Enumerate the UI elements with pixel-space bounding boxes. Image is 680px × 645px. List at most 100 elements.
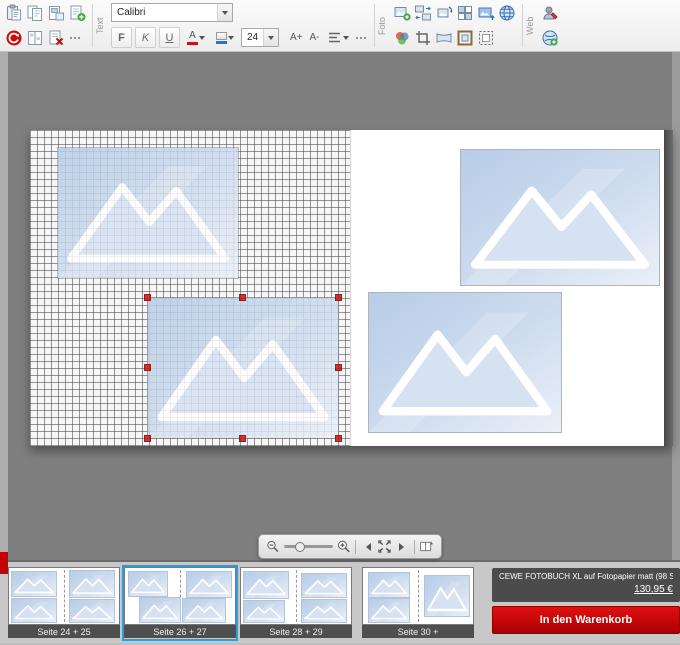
thumbnail-preview [240,567,352,625]
zoom-slider[interactable] [284,545,333,548]
canvas-area [0,52,680,560]
thumbnail-seite-26-27[interactable]: Seite 26 + 27 [124,567,236,639]
font-family-select[interactable]: Calibri [111,3,233,22]
bottom-bar: Seite 24 + 25 Seite 26 + 27 [0,560,680,643]
vertical-scrollbar[interactable] [672,52,680,560]
thumbnail-label: Seite 28 + 29 [240,625,352,638]
font-size-select[interactable]: 24 [241,28,279,47]
text-section-label: Text [94,0,106,51]
next-spread-icon [399,543,408,551]
price-link[interactable]: 130,95 € [499,584,673,595]
fill-color-button[interactable] [212,27,238,49]
color-adjust-icon[interactable] [393,29,411,47]
thumbnail-seite-30[interactable]: Seite 30 + [362,567,474,639]
mountain-placeholder-icon [461,150,659,285]
web-group [536,0,564,51]
insert-page-icon[interactable] [68,4,86,22]
frame-icon[interactable] [456,29,474,47]
swap-photos-icon[interactable] [414,4,432,22]
zoom-toolbar [258,534,442,559]
thumbnail-seite-28-29[interactable]: Seite 28 + 29 [240,567,352,639]
resize-handle[interactable] [239,294,246,301]
add-photo-icon[interactable] [393,4,411,22]
photo-placeholder[interactable] [461,150,659,285]
thumbnail-seite-24-25[interactable]: Seite 24 + 25 [8,567,120,639]
photo-placeholder[interactable] [58,148,238,278]
page-layout-icon[interactable] [26,29,44,47]
web-section-label: Web [524,0,536,51]
spread-preview-button[interactable] [419,539,434,555]
foto-group [388,0,521,51]
fold-line [418,570,419,622]
person-edit-icon[interactable] [541,4,559,22]
font-color-button[interactable]: A [183,27,209,49]
main-toolbar: Text Calibri F K U A [0,0,680,52]
zoom-slider-knob[interactable] [295,542,305,552]
page-thumbnail-strip: Seite 24 + 25 Seite 26 + 27 [0,562,478,645]
mountain-placeholder-icon [148,298,338,438]
resize-handle[interactable] [144,364,151,371]
thumbnail-preview [8,567,120,625]
prev-spread-icon [362,543,371,551]
left-margin-strip [0,52,8,560]
cart-summary: CEWE FOTOBUCH XL auf Fotopapier matt (98… [492,568,680,602]
rotate-photo-icon[interactable] [435,4,453,22]
page-spread [30,130,673,446]
overflow-icon[interactable] [68,29,82,47]
underline-button[interactable]: U [159,27,180,48]
thumbnail-preview [362,567,474,625]
fold-line [64,570,65,622]
font-increase-button[interactable]: A+ [288,32,305,43]
zoom-out-icon[interactable] [266,539,280,554]
thumbnail-label: Seite 26 + 27 [124,625,236,638]
left-page-grid[interactable] [30,130,350,446]
resize-handle[interactable] [239,435,246,442]
fit-view-icon [377,539,392,554]
align-button[interactable] [325,27,351,49]
photo-placeholder[interactable] [369,293,561,432]
clipboard-group [0,0,91,51]
overflow-icon[interactable] [354,29,368,47]
font-decrease-button[interactable]: A- [308,32,322,43]
app-badge-icon[interactable] [5,29,23,47]
book-edge [664,130,673,446]
panorama-icon[interactable] [435,29,453,47]
delete-page-icon[interactable] [47,29,65,47]
globe-icon[interactable] [498,4,516,22]
chevron-down-icon [217,4,232,21]
zoom-in-icon[interactable] [337,539,351,554]
toolbar-separator [522,4,523,47]
upload-photo-icon[interactable] [477,4,495,22]
fill-color-icon [216,32,227,44]
toolbar-separator [374,4,375,47]
fit-view-button[interactable] [377,539,392,555]
mountain-placeholder-icon [369,293,561,432]
next-spread-button[interactable] [396,539,410,555]
right-page[interactable] [350,130,664,446]
font-color-icon: A [187,31,198,45]
duplicate-page-icon[interactable] [47,4,65,22]
copy-page-icon[interactable] [26,4,44,22]
thumbnail-label: Seite 30 + [362,625,474,638]
resize-handle[interactable] [335,364,342,371]
selected-photo-placeholder[interactable] [148,298,338,438]
thumbnail-preview [124,567,236,625]
text-group: Calibri F K U A [106,0,373,51]
collapsed-red-panel[interactable] [0,552,8,574]
paste-icon[interactable] [5,4,23,22]
prev-spread-button[interactable] [360,539,374,555]
bold-button[interactable]: F [111,27,132,48]
resize-handle[interactable] [335,435,342,442]
crop-icon[interactable] [414,29,432,47]
add-to-cart-button[interactable]: In den Warenkorb [492,606,680,634]
product-name: CEWE FOTOBUCH XL auf Fotopapier matt (98… [499,572,673,581]
chevron-down-icon [263,29,278,46]
italic-button[interactable]: K [135,27,156,48]
web-globe-icon[interactable] [541,29,559,47]
resize-handle[interactable] [144,294,151,301]
resize-handle[interactable] [335,294,342,301]
collage-icon[interactable] [456,4,474,22]
font-family-value: Calibri [117,7,145,18]
border-icon[interactable] [477,29,495,47]
resize-handle[interactable] [144,435,151,442]
